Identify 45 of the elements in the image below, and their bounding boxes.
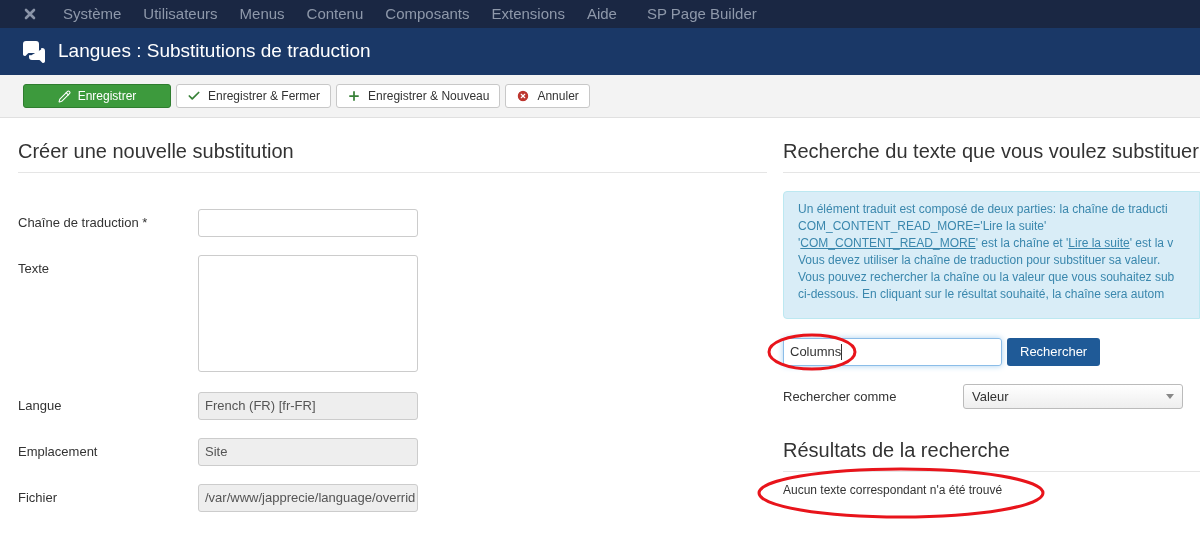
menu-item[interactable]: Utilisateurs <box>143 2 218 26</box>
field-label: Texte <box>18 260 51 278</box>
field-label: Rechercher comme <box>783 387 898 406</box>
info-link[interactable]: Lire la suite <box>1068 236 1130 250</box>
toolbar-button[interactable]: Enregistrer & Nouveau <box>336 84 501 108</box>
joomla-logo-icon <box>22 6 38 22</box>
edit-icon <box>57 89 71 103</box>
menu-item[interactable]: Contenu <box>306 2 364 26</box>
search-field[interactable]: Columns <box>783 338 1002 366</box>
menu-item[interactable]: Menus <box>239 2 285 26</box>
info-text: Un élément traduit est composé de deux parties: la chaîne de traducti <box>798 202 1168 216</box>
chat-icon <box>22 39 46 64</box>
info-text: ci-dessous. En cliquant sur le résultat souhaité, la chaîne sera autom <box>798 287 1165 301</box>
section-heading: Résultats de la recherche <box>783 435 1200 472</box>
info-text: ' <box>798 236 801 250</box>
menu-item[interactable]: Composants <box>385 2 470 26</box>
menu-item[interactable]: SP Page Builder <box>646 2 757 26</box>
plus-icon <box>347 89 362 103</box>
menu-item[interactable]: Extensions <box>491 2 565 26</box>
search-button[interactable]: Rechercher <box>1007 338 1101 366</box>
no-results-text: Aucun texte correspondant n'a été trouvé <box>783 482 1004 499</box>
field-label: Langue <box>18 397 63 415</box>
section-heading: Créer une nouvelle substitution <box>18 136 767 173</box>
input-field[interactable] <box>198 209 418 237</box>
toolbar-button[interactable]: Enregistrer & Fermer <box>176 84 332 108</box>
info-text: Vous devez utiliser la chaîne de traduction pour substituer sa valeur. <box>798 253 1161 267</box>
search-type-select[interactable]: Valeur <box>963 384 1183 409</box>
menu-item[interactable]: Système <box>63 2 122 26</box>
toolbar-button[interactable]: Enregistrer <box>23 84 171 108</box>
info-text: ' est la chaîne et ' <box>975 236 1069 250</box>
cancel-icon <box>516 89 531 103</box>
field-label: Fichier <box>18 489 58 507</box>
info-text: COM_CONTENT_READ_MORE='Lire la suite' <box>798 219 1047 233</box>
field-label: Chaîne de traduction * <box>18 214 149 232</box>
info-text: ' est la v <box>1129 236 1174 250</box>
dropdown-caret-icon <box>1166 394 1174 399</box>
info-text: Vous pouvez rechercher la chaîne ou la valeur que vous souhaitez sub <box>798 270 1175 284</box>
page-title: Langues : Substitutions de traduction <box>58 39 371 64</box>
toolbar-button[interactable]: Annuler <box>505 84 590 108</box>
text-area[interactable] <box>198 255 418 372</box>
field-label: Emplacement <box>18 443 99 461</box>
info-link[interactable]: COM_CONTENT_READ_MORE <box>800 236 976 250</box>
section-heading: Recherche du texte que vous voulez substituer <box>783 136 1200 173</box>
check-icon <box>187 89 201 103</box>
menu-item[interactable]: Aide <box>586 2 617 26</box>
